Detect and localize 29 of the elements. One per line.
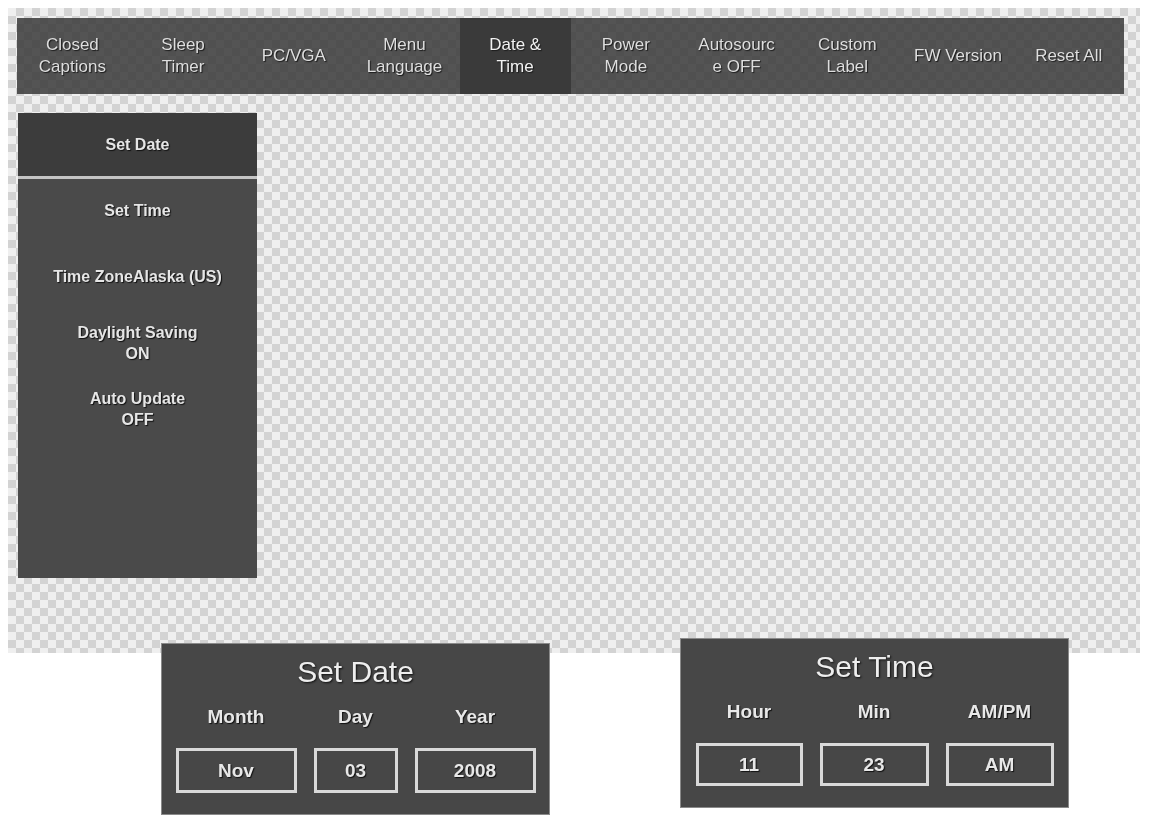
field-label: Year: [454, 706, 496, 728]
menu-tab[interactable]: PC/VGA: [238, 18, 350, 94]
field-label: AM/PM: [967, 701, 1032, 723]
menu-tab[interactable]: Closed Captions: [17, 18, 128, 94]
sidebar-item[interactable]: Set Date: [18, 113, 257, 179]
sidebar-item[interactable]: Set Time: [18, 179, 257, 245]
input-field[interactable]: 11: [695, 743, 803, 786]
field-label: Min: [857, 701, 891, 723]
menu-tab[interactable]: Menu Language: [349, 18, 460, 94]
menu-tab[interactable]: Date & Time: [459, 18, 571, 94]
field-label: Month: [207, 706, 265, 728]
menu-tab[interactable]: Reset All: [1013, 18, 1125, 94]
input-field[interactable]: 03: [313, 748, 398, 793]
sidebar-item[interactable]: Auto Update OFF: [18, 377, 257, 443]
input-field[interactable]: 2008: [414, 748, 536, 793]
sidebar-item[interactable]: Time ZoneAlaska (US): [18, 245, 257, 311]
menu-tab[interactable]: Autosourc e OFF: [681, 18, 792, 94]
field-label: Hour: [726, 701, 772, 723]
field-label: Day: [338, 706, 373, 728]
input-field[interactable]: AM: [945, 743, 1054, 786]
menu-tab[interactable]: FW Version: [902, 18, 1014, 94]
dialog-title: Set Time: [815, 649, 934, 685]
menu-tab[interactable]: Power Mode: [570, 18, 682, 94]
input-field[interactable]: Nov: [175, 748, 297, 793]
menu-tab[interactable]: Sleep Timer: [127, 18, 239, 94]
dialog-title: Set Date: [297, 654, 414, 690]
sidebar-item[interactable]: Daylight Saving ON: [18, 311, 257, 377]
input-field[interactable]: 23: [819, 743, 929, 786]
menu-tab[interactable]: Custom Label: [791, 18, 903, 94]
